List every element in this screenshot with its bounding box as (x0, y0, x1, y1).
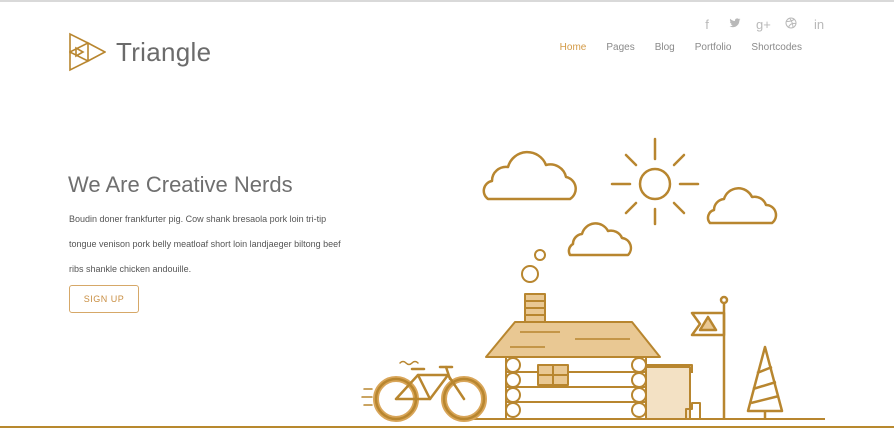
nav-portfolio[interactable]: Portfolio (695, 42, 732, 53)
hero-description: Boudin doner frankfurter pig. Cow shank … (69, 207, 369, 282)
nav-shortcodes[interactable]: Shortcodes (751, 42, 802, 53)
signup-button[interactable]: SIGN UP (69, 285, 139, 313)
linkedin-icon[interactable]: in (812, 16, 826, 34)
cloud-icon (482, 150, 577, 201)
brand-name: Triangle (116, 36, 212, 67)
smoke-puff (534, 249, 546, 261)
flag-illustration (690, 295, 729, 419)
main-nav: Home Pages Blog Portfolio Shortcodes (560, 42, 802, 53)
facebook-icon[interactable]: f (700, 16, 714, 34)
hero-illustration (361, 137, 825, 422)
sun-icon (610, 137, 700, 226)
tree-illustration (746, 345, 784, 419)
dribbble-ball-shape (785, 17, 797, 29)
triangle-logo-icon (69, 32, 106, 72)
hero-title: We Are Creative Nerds (68, 172, 293, 197)
hero-text-line: Boudin doner frankfurter pig. Cow shank … (69, 214, 327, 224)
smoke-puff (521, 265, 539, 283)
cloud-icon (706, 187, 778, 225)
bicycle-illustration (361, 360, 487, 422)
nav-blog[interactable]: Blog (655, 42, 675, 53)
brand-logo[interactable]: Triangle (68, 32, 211, 72)
twitter-icon[interactable] (728, 16, 742, 34)
nav-home[interactable]: Home (560, 42, 587, 53)
google-plus-icon[interactable]: g+ (756, 16, 771, 34)
cabin-illustration (485, 293, 701, 420)
dribbble-icon[interactable] (784, 16, 798, 34)
hero-text-line: ribs shankle chicken andouille. (69, 264, 192, 274)
social-links: f g+ in (700, 16, 826, 34)
cloud-icon (567, 222, 633, 257)
nav-pages[interactable]: Pages (606, 42, 634, 53)
hero-text-line: tongue venison pork belly meatloaf short… (69, 239, 341, 249)
twitter-bird-shape (729, 18, 741, 28)
